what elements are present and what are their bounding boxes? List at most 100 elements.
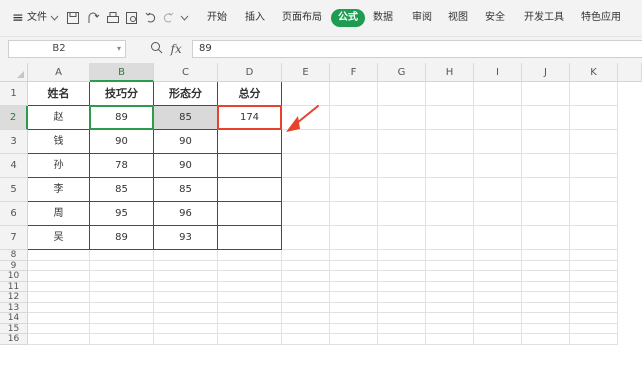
table-cell[interactable] (218, 202, 282, 226)
row-header-1[interactable]: 1 (0, 82, 28, 106)
table-cell[interactable]: 90 (154, 154, 218, 178)
grid-cell[interactable] (426, 334, 474, 345)
row-header-8[interactable]: 8 (0, 250, 28, 261)
grid-cell[interactable] (218, 334, 282, 345)
column-header-a[interactable]: A (28, 63, 90, 82)
grid-cell[interactable] (570, 106, 618, 130)
undo-icon[interactable] (145, 9, 157, 27)
grid-cell[interactable] (522, 154, 570, 178)
grid-cell[interactable] (90, 292, 154, 303)
grid-cell[interactable] (426, 250, 474, 261)
grid-cell[interactable] (522, 302, 570, 313)
grid-cell[interactable] (90, 281, 154, 292)
share-icon[interactable] (86, 9, 100, 27)
grid-cell[interactable] (330, 130, 378, 154)
grid-cell[interactable] (522, 323, 570, 334)
grid-cell[interactable] (474, 202, 522, 226)
grid-cell[interactable] (474, 260, 522, 271)
grid-cell[interactable] (28, 260, 90, 271)
hamburger-menu-icon[interactable]: ≡ (12, 9, 24, 27)
grid-cell[interactable] (218, 302, 282, 313)
tab-page-layout[interactable]: 页面布局 (282, 9, 322, 27)
table-header-cell[interactable]: 总分 (218, 82, 282, 106)
grid-cell[interactable] (90, 323, 154, 334)
grid-cell[interactable] (154, 323, 218, 334)
grid-cell[interactable] (570, 281, 618, 292)
grid-cell[interactable] (282, 226, 330, 250)
grid-cell[interactable] (28, 323, 90, 334)
grid-cell[interactable] (474, 292, 522, 303)
grid-cell[interactable] (90, 250, 154, 261)
table-cell[interactable]: 85 (90, 178, 154, 202)
grid-cell[interactable] (570, 260, 618, 271)
grid-cell[interactable] (426, 292, 474, 303)
grid-cell[interactable] (154, 334, 218, 345)
grid-cell[interactable] (426, 130, 474, 154)
row-header-3[interactable]: 3 (0, 130, 28, 154)
grid-cell[interactable] (330, 260, 378, 271)
grid-cell[interactable] (28, 292, 90, 303)
grid-cell[interactable] (282, 302, 330, 313)
grid-cell[interactable] (522, 250, 570, 261)
tab-data[interactable]: 数据 (373, 9, 393, 27)
grid-cell[interactable] (282, 271, 330, 282)
column-header-k[interactable]: K (570, 63, 618, 82)
grid-cell[interactable] (474, 271, 522, 282)
grid-cell[interactable] (474, 334, 522, 345)
grid-cell[interactable] (474, 106, 522, 130)
grid-cell[interactable] (570, 226, 618, 250)
grid-cell[interactable] (218, 323, 282, 334)
row-header-13[interactable]: 13 (0, 302, 28, 313)
table-cell[interactable]: 钱 (28, 130, 90, 154)
grid-cell[interactable] (378, 154, 426, 178)
grid-cell[interactable] (426, 154, 474, 178)
tab-formula[interactable]: 公式 (331, 9, 365, 27)
grid-cell[interactable] (522, 271, 570, 282)
zoom-search-icon[interactable] (150, 41, 163, 60)
grid-cell[interactable] (522, 130, 570, 154)
column-header-c[interactable]: C (154, 63, 218, 82)
grid-cell[interactable] (474, 250, 522, 261)
row-header-15[interactable]: 15 (0, 323, 28, 334)
grid-cell[interactable] (218, 313, 282, 324)
grid-cell[interactable] (218, 281, 282, 292)
grid-cell[interactable] (28, 302, 90, 313)
grid-cell[interactable] (474, 302, 522, 313)
grid-cell[interactable] (378, 226, 426, 250)
table-cell[interactable]: 89 (90, 226, 154, 250)
table-cell[interactable]: 孙 (28, 154, 90, 178)
grid-cell[interactable] (474, 323, 522, 334)
row-header-14[interactable]: 14 (0, 313, 28, 324)
grid-cell[interactable] (426, 178, 474, 202)
row-header-2[interactable]: 2 (0, 106, 28, 130)
grid-cell[interactable] (330, 281, 378, 292)
grid-cell[interactable] (570, 313, 618, 324)
row-header-16[interactable]: 16 (0, 334, 28, 345)
grid-cell[interactable] (474, 313, 522, 324)
grid-cell[interactable] (378, 250, 426, 261)
grid-cell[interactable] (522, 226, 570, 250)
grid-cell[interactable] (378, 271, 426, 282)
grid-cell[interactable] (330, 250, 378, 261)
row-header-9[interactable]: 9 (0, 260, 28, 271)
grid-cell[interactable] (330, 271, 378, 282)
grid-cell[interactable] (570, 202, 618, 226)
grid-cell[interactable] (330, 334, 378, 345)
grid-cell[interactable] (330, 178, 378, 202)
grid-cell[interactable] (426, 313, 474, 324)
table-cell[interactable]: 93 (154, 226, 218, 250)
row-header-4[interactable]: 4 (0, 154, 28, 178)
grid-cell[interactable] (154, 271, 218, 282)
grid-cell[interactable] (90, 302, 154, 313)
grid-cell[interactable] (570, 302, 618, 313)
grid-cell[interactable] (28, 271, 90, 282)
grid-cell[interactable] (378, 106, 426, 130)
row-header-5[interactable]: 5 (0, 178, 28, 202)
grid-cell[interactable] (378, 178, 426, 202)
column-header-h[interactable]: H (426, 63, 474, 82)
tab-special-apps[interactable]: 特色应用 (581, 9, 621, 27)
print-preview-icon[interactable] (125, 9, 139, 27)
table-cell[interactable] (218, 130, 282, 154)
grid-cell[interactable] (28, 281, 90, 292)
grid-cell[interactable] (426, 302, 474, 313)
